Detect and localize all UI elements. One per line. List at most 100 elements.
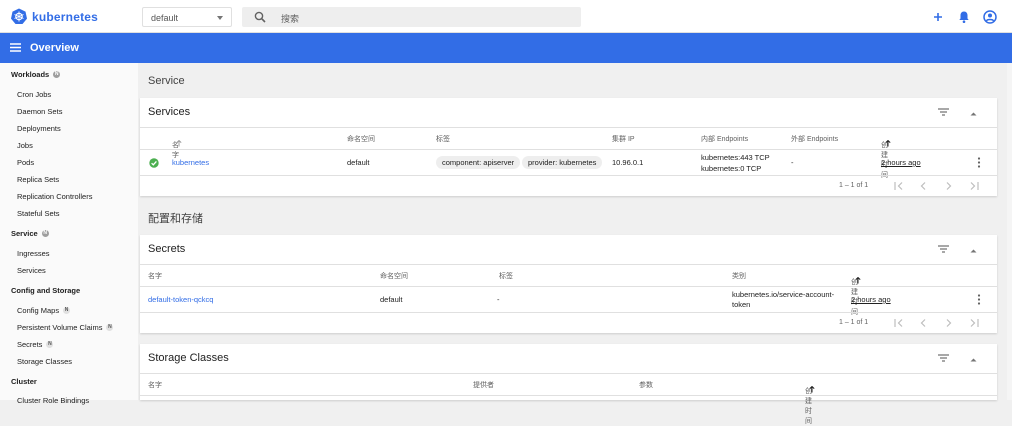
- sidebar-item-label: Replica Sets: [17, 175, 60, 184]
- brand-name: kubernetes: [32, 10, 99, 24]
- column-header-external-endpoints: 外部 Endpoints: [791, 136, 839, 143]
- sidebar-item-services[interactable]: Services: [17, 266, 46, 275]
- column-header-namespace: 命名空间: [347, 136, 375, 143]
- internal-endpoint: kubernetes:443 TCP: [701, 153, 770, 162]
- label-chip: component: apiserver: [436, 156, 521, 169]
- sidebar-item-config-maps[interactable]: Config Maps N: [17, 306, 71, 315]
- sidebar-item-label: Pods: [17, 158, 35, 167]
- sort-arrow-up-icon[interactable]: [176, 139, 182, 149]
- sidebar-item-cron-jobs[interactable]: Cron Jobs: [17, 90, 51, 99]
- secret-name-link[interactable]: default-token-qckcq: [148, 295, 213, 304]
- pagination-range: 1 – 1 of 1: [839, 319, 869, 326]
- filter-icon[interactable]: [938, 354, 949, 364]
- sidebar-item-deployments[interactable]: Deployments: [17, 124, 61, 133]
- sidebar-category-cluster[interactable]: Cluster: [11, 377, 37, 386]
- notifications-bell-icon[interactable]: [957, 10, 971, 24]
- created-time[interactable]: 2 hours ago: [881, 158, 921, 167]
- scrollbar[interactable]: [1007, 63, 1012, 400]
- first-page-icon[interactable]: [894, 182, 903, 192]
- sidebar-item-label: Services: [17, 266, 46, 275]
- sort-arrow-up-icon[interactable]: [809, 385, 815, 395]
- created-time[interactable]: 2 hours ago: [851, 295, 891, 304]
- more-vert-icon[interactable]: [977, 294, 981, 307]
- namespaced-badge: N: [46, 341, 54, 348]
- sidebar-item-stateful-sets[interactable]: Stateful Sets: [17, 209, 60, 218]
- card-title: Services: [148, 106, 191, 118]
- sidebar-category-label: Cluster: [11, 377, 37, 386]
- sidebar-item-label: Persistent Volume Claims: [17, 323, 103, 332]
- sidebar-item-secrets[interactable]: Secrets N: [17, 340, 54, 349]
- brand[interactable]: kubernetes: [11, 8, 98, 26]
- service-name-link[interactable]: kubernetes: [172, 158, 209, 167]
- filter-icon[interactable]: [938, 245, 949, 255]
- section-title-config-storage: 配置和存储: [148, 213, 203, 225]
- section-title-service: Service: [148, 75, 185, 87]
- collapse-icon[interactable]: [970, 109, 977, 118]
- secret-namespace: default: [380, 295, 403, 304]
- card-title: Secrets: [148, 243, 186, 255]
- secret-labels: -: [497, 295, 500, 304]
- account-circle-icon[interactable]: [983, 10, 997, 24]
- first-page-icon[interactable]: [894, 319, 903, 329]
- filter-icon[interactable]: [938, 108, 949, 118]
- sidebar-category-config-and-storage[interactable]: Config and Storage: [11, 286, 80, 295]
- namespace-value: default: [151, 13, 179, 23]
- next-page-icon[interactable]: [946, 319, 952, 329]
- sidebar-item-persistent-volume-claims[interactable]: Persistent Volume Claims N: [17, 323, 114, 332]
- sidebar-item-replication-controllers[interactable]: Replication Controllers: [17, 192, 92, 201]
- search-input[interactable]: 搜索: [281, 12, 299, 25]
- sidebar-item-daemon-sets[interactable]: Daemon Sets: [17, 107, 62, 116]
- pagination-range: 1 – 1 of 1: [839, 182, 869, 189]
- last-page-icon[interactable]: [970, 182, 979, 192]
- previous-page-icon[interactable]: [920, 182, 926, 192]
- sidebar-item-ingresses[interactable]: Ingresses: [17, 249, 50, 258]
- table-row[interactable]: kubernetes default component: apiserver …: [140, 150, 997, 176]
- column-header-labels: 标签: [436, 136, 450, 143]
- namespaced-badge: N: [53, 71, 61, 78]
- sidebar-item-replica-sets[interactable]: Replica Sets: [17, 175, 59, 184]
- sidebar-category-label: Service: [11, 229, 38, 238]
- namespace-select[interactable]: default: [142, 7, 232, 27]
- column-header-labels: 标签: [499, 273, 513, 280]
- column-header-type: 类别: [732, 273, 746, 280]
- top-bar: kubernetes default 搜索: [0, 0, 1012, 33]
- sidebar-item-label: Storage Classes: [17, 357, 73, 366]
- sidebar-category-service[interactable]: Service N: [11, 229, 49, 238]
- sidebar-category-workloads[interactable]: Workloads N: [11, 70, 61, 79]
- storage-classes-card: Storage Classes 名字 提供者 参数 创建时间: [140, 344, 997, 425]
- collapse-icon[interactable]: [970, 355, 977, 364]
- add-icon[interactable]: [931, 10, 945, 24]
- sidebar-item-pods[interactable]: Pods: [17, 158, 34, 167]
- page-header: Overview: [0, 33, 1012, 63]
- pagination: 1 – 1 of 1: [140, 313, 997, 333]
- caret-down-icon: [217, 16, 223, 20]
- sidebar-item-storage-classes[interactable]: Storage Classes: [17, 357, 72, 366]
- secrets-card: Secrets 名字 命名空间 标签 类别 创建时间 default-token…: [140, 235, 997, 333]
- sidebar: Workloads N Cron Jobs Daemon Sets Deploy…: [0, 63, 138, 405]
- sidebar-item-cluster-role-bindings[interactable]: Cluster Role Bindings: [17, 396, 89, 405]
- menu-icon[interactable]: [10, 43, 21, 54]
- table-header: 名字 命名空间 标签 类别 创建时间: [140, 265, 997, 316]
- table-row[interactable]: default-token-qckcq default - kubernetes…: [140, 287, 997, 313]
- internal-endpoint: kubernetes:0 TCP: [701, 164, 762, 173]
- last-page-icon[interactable]: [970, 319, 979, 329]
- collapse-icon[interactable]: [970, 246, 977, 255]
- column-header-name: 名字: [148, 273, 162, 280]
- label-chip: provider: kubernetes: [522, 156, 603, 169]
- sidebar-item-jobs[interactable]: Jobs: [17, 141, 33, 150]
- sidebar-category-label: Workloads: [11, 70, 50, 79]
- pagination: 1 – 1 of 1: [140, 176, 997, 196]
- column-header-namespace: 命名空间: [380, 273, 408, 280]
- card-title: Storage Classes: [148, 352, 229, 364]
- previous-page-icon[interactable]: [920, 319, 926, 329]
- sidebar-item-label: Jobs: [17, 141, 33, 150]
- search-bar[interactable]: 搜索: [242, 7, 581, 27]
- column-header-provisioner: 提供者: [473, 382, 494, 389]
- sort-arrow-up-icon[interactable]: [855, 276, 861, 286]
- next-page-icon[interactable]: [946, 182, 952, 192]
- sort-arrow-up-icon[interactable]: [885, 139, 891, 149]
- sidebar-item-label: Config Maps: [17, 306, 60, 315]
- page-title: Overview: [30, 42, 79, 54]
- more-vert-icon[interactable]: [977, 157, 981, 170]
- sidebar-item-label: Cluster Role Bindings: [17, 396, 90, 405]
